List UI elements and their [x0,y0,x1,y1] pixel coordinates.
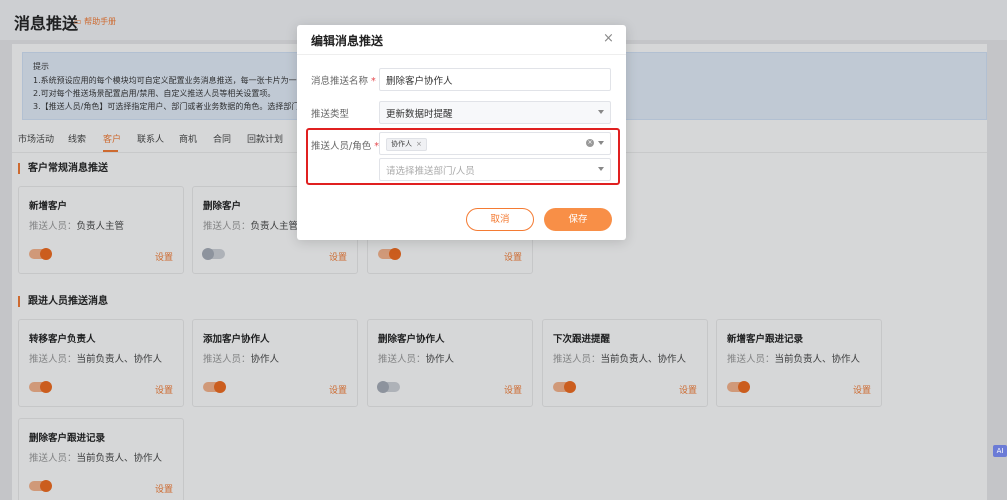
highlight-frame [306,128,620,185]
cancel-button[interactable]: 取消 [466,208,534,231]
modal-divider [297,54,626,55]
name-label-text: 消息推送名称 [311,76,369,87]
name-label: 消息推送名称 * [311,73,376,87]
push-name-input[interactable]: 删除客户协作人 [379,68,611,91]
close-icon[interactable]: × [603,31,614,46]
chevron-down-icon [598,110,604,114]
push-type-select[interactable]: 更新数据时提醒 [379,101,611,124]
push-type-value: 更新数据时提醒 [386,109,453,120]
required-mark: * [371,76,376,87]
save-button[interactable]: 保存 [544,208,612,231]
modal-title: 编辑消息推送 [311,34,384,48]
type-label: 推送类型 [311,109,350,120]
ai-assistant-badge[interactable]: AI [993,445,1007,457]
